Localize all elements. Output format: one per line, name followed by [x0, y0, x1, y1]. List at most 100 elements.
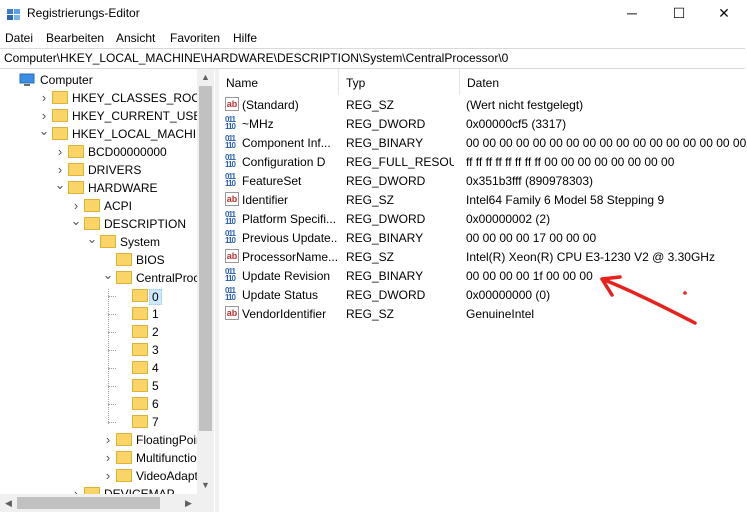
- value-row[interactable]: ab Identifier REG_SZ Intel64 Family 6 Model…: [219, 190, 747, 209]
- chevron-right-icon[interactable]: ›: [38, 91, 50, 105]
- chevron-down-icon[interactable]: ⌄: [86, 232, 98, 249]
- scroll-down-icon[interactable]: ▼: [197, 477, 214, 494]
- tree-item[interactable]: › HKEY_CLASSES_ROOT: [0, 89, 214, 107]
- tree-item[interactable]: ⌄ DESCRIPTION: [0, 214, 214, 233]
- scroll-thumb[interactable]: [199, 86, 212, 431]
- tree-item[interactable]: ⌄Computer: [0, 70, 214, 89]
- chevron-right-icon[interactable]: ›: [38, 109, 50, 123]
- chevron-right-icon[interactable]: ›: [102, 433, 114, 447]
- tree-item[interactable]: ⌄ System: [0, 232, 214, 251]
- tree-item-label: 1: [152, 307, 159, 321]
- value-row[interactable]: ab (Standard) REG_SZ (Wert nicht festgelegt…: [219, 95, 747, 114]
- scroll-right-icon[interactable]: ▶: [180, 494, 197, 512]
- value-data: Intel(R) Xeon(R) CPU E3-1230 V2 @ 3.30GH…: [466, 250, 715, 264]
- tree-item[interactable]: ⌄ CentralProcess: [0, 268, 214, 287]
- tree-item-label: HARDWARE: [88, 181, 158, 195]
- menu-hilfe[interactable]: Hilfe: [233, 31, 257, 45]
- value-row[interactable]: 011 110 ~MHz REG_DWORD 0x00000cf5 (3317): [219, 114, 747, 133]
- tree-item[interactable]: 6: [0, 395, 214, 413]
- column-header-data[interactable]: Daten: [460, 69, 747, 96]
- column-header-name[interactable]: Name: [219, 69, 339, 96]
- tree-item-label: 3: [152, 343, 159, 357]
- chevron-down-icon[interactable]: ⌄: [38, 124, 50, 141]
- tree-guide-line: [108, 422, 116, 423]
- value-data: GenuineIntel: [466, 307, 535, 321]
- tree-item[interactable]: › DRIVERS: [0, 161, 214, 179]
- chevron-right-icon[interactable]: ›: [54, 145, 66, 159]
- chevron-right-icon[interactable]: ›: [54, 163, 66, 177]
- chevron-right-icon[interactable]: ›: [102, 451, 114, 465]
- menu-bearbeiten[interactable]: Bearbeiten: [46, 31, 104, 45]
- value-row[interactable]: ab ProcessorName... REG_SZ Intel(R) Xeon(R)…: [219, 247, 747, 266]
- tree-item[interactable]: › HKEY_CURRENT_USER: [0, 107, 214, 125]
- chevron-down-icon[interactable]: ⌄: [54, 178, 66, 195]
- tree-item-label: HKEY_LOCAL_MACHINE: [72, 127, 213, 141]
- tree-item[interactable]: 7: [0, 413, 214, 431]
- value-type: REG_DWORD: [346, 117, 426, 131]
- folder-icon: [132, 307, 148, 320]
- tree-guide-line: [108, 332, 116, 333]
- maximize-button[interactable]: ☐: [656, 0, 702, 28]
- tree-item[interactable]: ⌄ HKEY_LOCAL_MACHINE: [0, 124, 214, 143]
- menu-ansicht[interactable]: Ansicht: [116, 31, 155, 45]
- value-name: VendorIdentifier: [242, 307, 327, 321]
- tree-item[interactable]: 1: [0, 305, 214, 323]
- tree-item[interactable]: 5: [0, 377, 214, 395]
- chevron-down-icon[interactable]: ⌄: [102, 268, 114, 285]
- tree-item[interactable]: ⌄ HARDWARE: [0, 178, 214, 197]
- column-header-type[interactable]: Typ: [339, 69, 460, 96]
- tree-item[interactable]: › Multifunctiona: [0, 449, 214, 467]
- scroll-left-icon[interactable]: ◀: [0, 494, 17, 512]
- scroll-up-icon[interactable]: ▲: [197, 69, 214, 86]
- tree-vertical-scrollbar[interactable]: ▲ ▼: [197, 69, 214, 494]
- chevron-right-icon[interactable]: ›: [70, 199, 82, 213]
- folder-icon: [132, 343, 148, 356]
- binary-value-icon: 011 110: [225, 286, 236, 302]
- tree-item[interactable]: › VideoAdapterB: [0, 467, 214, 485]
- folder-icon: [116, 433, 132, 446]
- value-name: ProcessorName...: [242, 250, 337, 264]
- registry-editor-icon: [7, 9, 20, 20]
- tree-item-label: DRIVERS: [88, 163, 142, 177]
- tree-guide-line: [108, 404, 116, 405]
- tree-item-label: BCD00000000: [88, 145, 167, 159]
- value-name: Update Revision: [242, 269, 331, 283]
- tree-item[interactable]: 0: [0, 287, 214, 305]
- menu-favoriten[interactable]: Favoriten: [170, 31, 220, 45]
- value-row[interactable]: 011 110 Previous Update... REG_BINARY 00 00 …: [219, 228, 747, 247]
- binary-value-icon: 011 110: [225, 172, 236, 188]
- scroll-thumb-horizontal[interactable]: [17, 497, 160, 509]
- string-value-icon: ab: [225, 306, 239, 320]
- value-data: Intel64 Family 6 Model 58 Stepping 9: [466, 193, 665, 207]
- tree-item-label: ACPI: [104, 199, 133, 213]
- folder-icon: [68, 145, 84, 158]
- chevron-down-icon[interactable]: ⌄: [70, 214, 82, 231]
- value-data: (Wert nicht festgelegt): [466, 98, 584, 112]
- folder-icon: [132, 397, 148, 410]
- value-data: 00 00 00 00 00 00 00 00 00 00 00 00 00 0…: [466, 136, 747, 150]
- address-path[interactable]: Computer\HKEY_LOCAL_MACHINE\HARDWARE\DES…: [4, 51, 508, 65]
- tree-item[interactable]: 2: [0, 323, 214, 341]
- value-row[interactable]: 011 110 FeatureSet REG_DWORD 0x351b3fff (890…: [219, 171, 747, 190]
- value-row[interactable]: 011 110 Component Inf... REG_BINARY 00 00 00…: [219, 133, 747, 152]
- close-button[interactable]: ✕: [701, 0, 747, 28]
- menu-datei[interactable]: Datei: [5, 31, 33, 45]
- address-bar[interactable]: Computer\HKEY_LOCAL_MACHINE\HARDWARE\DES…: [0, 48, 745, 69]
- tree-item[interactable]: › ACPI: [0, 197, 214, 215]
- tree-horizontal-scrollbar[interactable]: ◀ ▶: [0, 494, 197, 512]
- chevron-right-icon[interactable]: ›: [102, 469, 114, 483]
- value-name: Update Status: [242, 288, 319, 302]
- value-type: REG_DWORD: [346, 212, 426, 226]
- tree-item[interactable]: 3: [0, 341, 214, 359]
- key-tree: ⌄Computer›HKEY_CLASSES_ROOT›HKEY_CURRENT…: [0, 69, 214, 512]
- value-type: REG_SZ: [346, 98, 395, 112]
- binary-value-icon: 011 110: [225, 153, 236, 169]
- folder-icon: [68, 163, 84, 176]
- minimize-button[interactable]: ─: [609, 0, 655, 28]
- value-row[interactable]: 011110 Configuration D REG_FULL_RESOU... ff…: [219, 152, 747, 171]
- tree-item[interactable]: 4: [0, 359, 214, 377]
- binary-value-icon: 011 110: [225, 267, 236, 283]
- tree-item[interactable]: › BCD00000000: [0, 143, 214, 161]
- value-row[interactable]: 011 110 Platform Specifi... REG_DWORD 0x0000…: [219, 209, 747, 228]
- tree-item[interactable]: › FloatingPointP: [0, 431, 214, 449]
